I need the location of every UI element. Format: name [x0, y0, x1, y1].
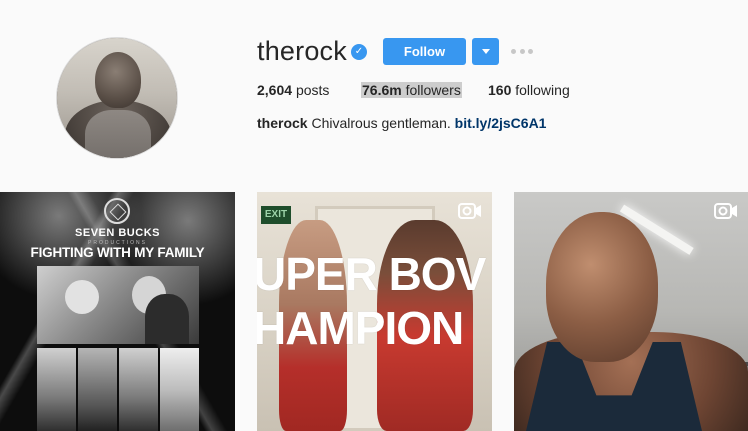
post-thumbnail-3[interactable]	[514, 192, 748, 431]
dot-icon	[511, 48, 516, 54]
verified-badge-icon: ✓	[351, 44, 367, 60]
video-camera-icon	[714, 203, 737, 219]
exit-sign: EXIT	[261, 206, 291, 224]
following-link[interactable]: 160 following	[488, 82, 570, 98]
post-brand-text: SEVEN BUCKS	[75, 227, 160, 239]
seven-bucks-logo-icon	[104, 198, 130, 224]
video-camera-icon	[458, 203, 481, 219]
post-title-text: FIGHTING WITH MY FAMILY	[30, 245, 205, 260]
post-thumbnail-2[interactable]: EXIT UPER BOV HAMPION	[257, 192, 492, 431]
posts-count-label: posts	[295, 82, 330, 98]
dot-icon	[528, 48, 533, 54]
followers-link[interactable]: 76.6m followers	[361, 82, 462, 98]
suggestions-dropdown-button[interactable]	[472, 38, 499, 65]
posts-count: 2,604 posts	[257, 82, 329, 98]
profile-username: therock	[257, 36, 347, 66]
post-overlay-text-line1: UPER BOV	[257, 248, 486, 300]
bio-text: Chivalrous gentleman.	[311, 115, 451, 131]
family-photo	[37, 266, 199, 344]
profile-bio: therock Chivalrous gentleman. bit.ly/2js…	[257, 115, 546, 131]
profile-avatar[interactable]	[56, 37, 178, 159]
following-count-label: following	[515, 82, 570, 98]
posts-count-value: 2,604	[257, 82, 293, 98]
more-options-button[interactable]	[511, 46, 533, 56]
following-count-value: 160	[488, 82, 512, 98]
post-thumbnail-1[interactable]: SEVEN BUCKS PRODUCTIONS FIGHTING WITH MY…	[0, 192, 235, 431]
bio-link[interactable]: bit.ly/2jsC6A1	[455, 115, 547, 131]
dot-icon	[519, 48, 525, 54]
follow-button[interactable]: Follow	[383, 38, 466, 65]
bio-name: therock	[257, 115, 308, 131]
followers-count-value: 76.6m	[362, 82, 402, 98]
family-photo-strip	[37, 348, 199, 431]
chevron-down-icon	[481, 49, 490, 54]
followers-count-label: followers	[405, 82, 461, 98]
profile-page: therock ✓ Follow 2,604 posts 76.6m follo…	[0, 0, 748, 431]
post-overlay-text-line2: HAMPION	[257, 302, 464, 354]
